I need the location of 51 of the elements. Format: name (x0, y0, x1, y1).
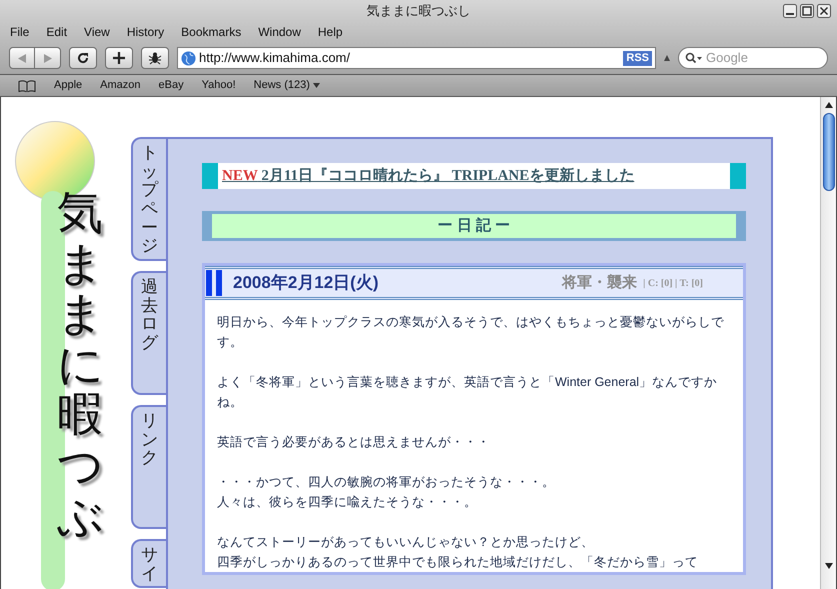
bookmark-link[interactable]: Amazon (100, 77, 140, 94)
entry-text: ・・・かつて、四人の敏腕の将軍がおったそうな・・・。 (217, 474, 556, 491)
entry-date: 2008年2月12日(火) (233, 272, 380, 294)
menu-item[interactable]: Bookmarks (181, 23, 242, 41)
menu-item[interactable]: View (84, 23, 110, 41)
entry-text: なんてストーリーがあってもいいんじゃない？とか思ったけど、 (217, 534, 595, 551)
resize-handle-icon (664, 55, 670, 61)
debug-button[interactable] (141, 47, 169, 69)
address-field[interactable]: http://www.kimahima.com/ RSS (177, 47, 656, 69)
search-icon (685, 52, 703, 64)
close-icon[interactable] (817, 4, 831, 18)
bookmark-menu[interactable]: News (123) (254, 77, 320, 94)
menu-item[interactable]: Window (258, 23, 301, 41)
entry-text: 明日から、今年トップクラスの寒気が入るそうで、はやくもちょっと憂鬱ないがらしです。 (217, 314, 725, 351)
maximize-icon[interactable] (800, 4, 814, 18)
entry-text: 英語で言う必要があるとは思えませんが・・・ (217, 434, 491, 451)
search-field[interactable]: Google (678, 47, 828, 69)
menu-item[interactable]: History (126, 23, 164, 41)
entry-text: よく「冬将軍」という言葉を聴きますが、英語で言うと「Winter General」なんですかね。 (217, 374, 718, 411)
logo-text: 気ままに暇つぶ (57, 187, 103, 542)
entry-text: 四季がしっかりあるのって世界中でも限られた地域だけだし、「冬だから雪」って (217, 554, 699, 571)
back-button[interactable] (9, 47, 35, 69)
entry-text: 人々は、彼らを四季に喩えたそうな・・・。 (217, 494, 478, 511)
rss-badge[interactable]: RSS (623, 50, 652, 66)
forward-button[interactable] (35, 47, 61, 69)
right-arrow-icon (44, 54, 52, 62)
book-icon[interactable] (18, 80, 36, 92)
menu-item[interactable]: Edit (46, 23, 68, 41)
side-tab[interactable]: 過去ログ (131, 271, 166, 395)
add-bookmark-button[interactable] (105, 47, 133, 69)
bug-icon (148, 51, 162, 65)
reload-button[interactable] (69, 47, 97, 69)
news-link[interactable]: NEW 2月11日『ココロ晴れたら』 TRIPLANEを更新しました (222, 164, 634, 188)
plus-icon (113, 52, 125, 64)
window-title: 気ままに暇つぶし (366, 2, 470, 20)
bookmark-link[interactable]: Apple (54, 77, 82, 94)
reload-icon (77, 52, 89, 64)
minimize-icon[interactable] (783, 4, 797, 18)
section-header: ー 日 記 ー (202, 211, 746, 241)
left-arrow-icon (18, 54, 26, 62)
menu-item[interactable]: File (10, 23, 30, 41)
side-tab[interactable]: サイ (131, 539, 166, 588)
globe-icon (181, 50, 196, 66)
menu-item[interactable]: Help (318, 23, 343, 41)
side-tab[interactable]: リンク (131, 405, 166, 529)
search-input[interactable]: Google (706, 48, 816, 68)
bookmark-link[interactable]: Yahoo! (202, 77, 236, 94)
url-text: http://www.kimahima.com/ (199, 49, 351, 68)
bookmark-link[interactable]: eBay (158, 77, 184, 94)
side-tab[interactable]: トップページ (131, 137, 166, 261)
caret-icon (312, 83, 320, 88)
